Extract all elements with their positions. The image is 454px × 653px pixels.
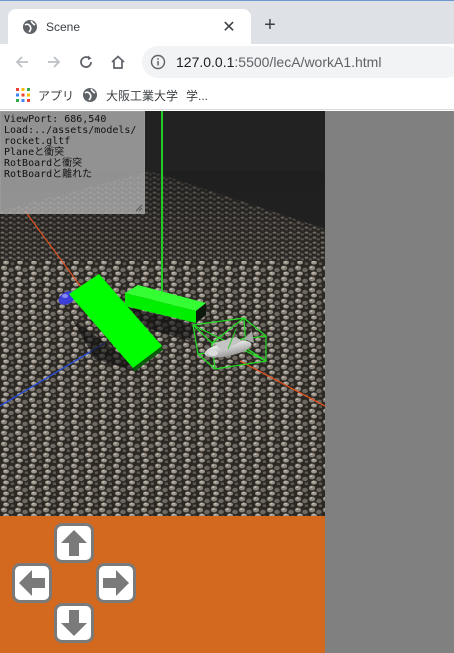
right-arrow-icon xyxy=(103,570,129,596)
tab-strip: Scene ✕ + xyxy=(0,0,454,45)
home-icon xyxy=(111,55,125,69)
down-arrow-button[interactable] xyxy=(54,603,94,643)
url-path: :5500/lecA/workA1.html xyxy=(234,54,382,70)
new-tab-button[interactable]: + xyxy=(258,13,282,37)
bookmark-apps-label: アプリ xyxy=(38,88,75,103)
down-arrow-icon xyxy=(61,610,87,636)
info-icon[interactable] xyxy=(150,54,166,70)
log-line: RotBoardと衝突 xyxy=(4,158,83,169)
bookmark-oit[interactable]: 大阪工業大学 xyxy=(82,86,178,104)
globe-icon xyxy=(83,88,97,102)
browser-toolbar: 127.0.0.1:5500/lecA/workA1.html xyxy=(0,44,454,80)
bookmark-more-label: 学... xyxy=(186,88,209,103)
log-line: RotBoardと離れた xyxy=(4,169,93,180)
resize-grip-icon[interactable] xyxy=(134,203,143,212)
tab-title: Scene xyxy=(46,20,81,34)
bookmark-more[interactable]: 学... xyxy=(186,86,208,104)
back-button[interactable] xyxy=(8,48,36,76)
left-arrow-icon xyxy=(19,570,45,596)
home-button[interactable] xyxy=(104,48,132,76)
up-arrow-icon xyxy=(61,530,87,556)
reload-button[interactable] xyxy=(72,48,100,76)
apps-grid-icon xyxy=(16,88,30,102)
forward-arrow-icon xyxy=(48,56,61,68)
address-bar[interactable]: 127.0.0.1:5500/lecA/workA1.html xyxy=(142,46,454,78)
browser-tab[interactable]: Scene ✕ xyxy=(8,9,251,45)
globe-icon xyxy=(22,19,38,35)
reload-icon xyxy=(80,55,92,68)
url-host: 127.0.0.1 xyxy=(176,54,235,70)
debug-log-panel[interactable]: ViewPort: 686,540 Load:../assets/models/… xyxy=(0,111,145,214)
tab-close-icon[interactable]: ✕ xyxy=(217,15,241,39)
bookmarks-bar: アプリ 大阪工業大学 学... xyxy=(0,80,454,110)
bookmark-apps[interactable]: アプリ xyxy=(16,86,74,104)
left-arrow-button[interactable] xyxy=(12,563,52,603)
webgl-scene-canvas[interactable]: ViewPort: 686,540 Load:../assets/models/… xyxy=(0,111,325,516)
log-line: rocket.gltf xyxy=(4,136,71,147)
page-viewport: ViewPort: 686,540 Load:../assets/models/… xyxy=(0,111,454,653)
up-arrow-button[interactable] xyxy=(54,523,94,563)
arrow-control-panel xyxy=(0,516,325,653)
log-line: ViewPort: 686,540 xyxy=(4,114,107,125)
bookmark-oit-label: 大阪工業大学 xyxy=(106,88,179,103)
log-line: Load:../assets/models/ xyxy=(4,125,137,136)
rocket-highlight xyxy=(62,294,68,298)
forward-button[interactable] xyxy=(40,48,68,76)
log-line: Planeと衝突 xyxy=(4,147,65,158)
right-arrow-button[interactable] xyxy=(96,563,136,603)
url-text: 127.0.0.1:5500/lecA/workA1.html xyxy=(176,53,381,71)
back-arrow-icon xyxy=(15,56,28,68)
